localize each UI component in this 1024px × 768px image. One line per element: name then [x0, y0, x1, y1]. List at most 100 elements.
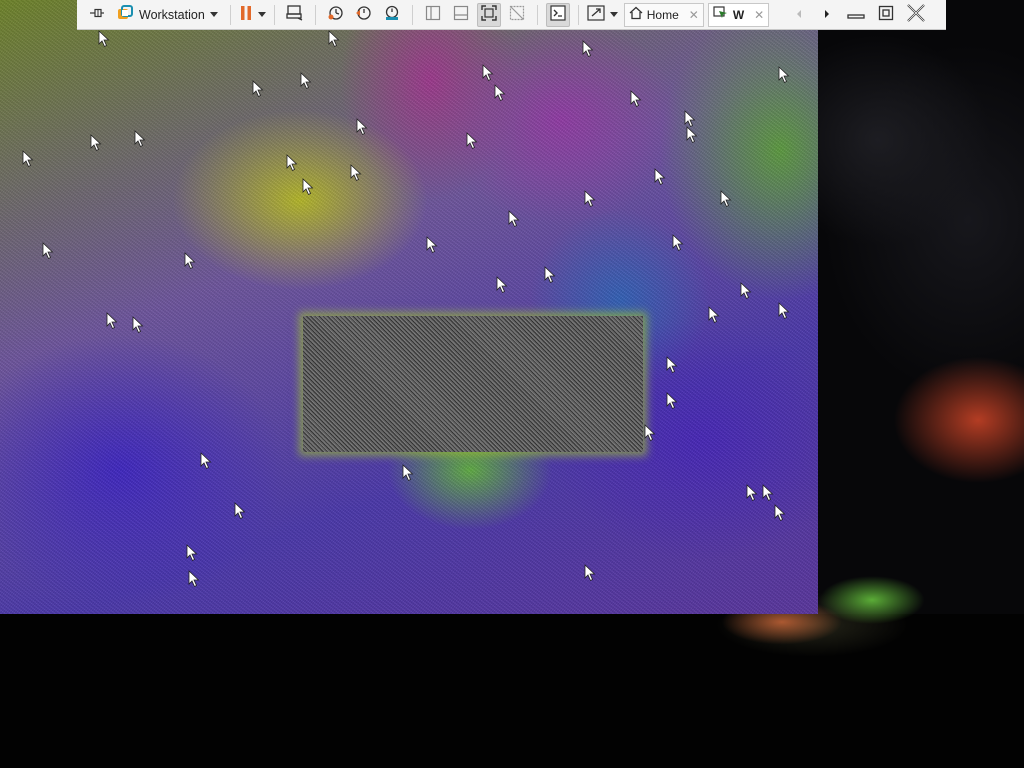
mouse-pointer-icon	[200, 452, 214, 472]
send-keys-icon	[286, 5, 304, 24]
mouse-pointer-icon	[686, 126, 700, 146]
snapshot-take-icon	[327, 5, 345, 24]
send-ctrl-alt-del-button[interactable]	[283, 3, 307, 27]
mouse-pointer-icon	[300, 72, 314, 92]
unity-button[interactable]	[505, 3, 529, 27]
static-noise-block	[303, 316, 643, 452]
close-window-button[interactable]	[901, 0, 931, 30]
show-library-button[interactable]	[421, 3, 445, 27]
toolbar-divider	[577, 4, 579, 25]
mouse-pointer-icon	[402, 464, 416, 484]
mouse-pointer-icon	[496, 276, 510, 296]
tab-vm-label: W	[732, 7, 745, 22]
mouse-pointer-icon	[720, 190, 734, 210]
unity-icon	[509, 5, 525, 24]
chevron-right-icon	[823, 8, 831, 22]
mouse-pointer-icon	[350, 164, 364, 184]
mouse-pointer-icon	[328, 30, 342, 50]
mouse-pointer-icon	[544, 266, 558, 286]
pause-icon	[239, 5, 253, 24]
mouse-pointer-icon	[234, 502, 248, 522]
vm-toolbar: Workstation Home ✕ W ✕	[77, 0, 946, 30]
tab-scroll-right-button[interactable]	[815, 3, 839, 27]
chevron-down-icon	[257, 12, 266, 17]
tab-home-label: Home	[646, 7, 679, 22]
snapshot-manager-button[interactable]	[380, 3, 404, 27]
toolbar-divider	[411, 4, 413, 25]
mouse-pointer-icon	[132, 316, 146, 336]
chevron-down-icon	[209, 12, 218, 17]
vm-tab-icon	[713, 6, 729, 23]
tab-scroll-left-button[interactable]	[787, 3, 811, 27]
thumbnail-bar-icon	[453, 5, 469, 24]
display-noise	[0, 0, 818, 614]
mouse-pointer-icon	[184, 252, 198, 272]
mouse-pointer-icon	[494, 84, 508, 104]
minimize-button[interactable]	[841, 0, 871, 30]
mouse-pointer-icon	[356, 118, 370, 138]
chevron-left-icon	[795, 8, 803, 22]
console-view-icon	[550, 5, 566, 24]
toolbar-divider	[229, 4, 231, 25]
mouse-pointer-icon	[22, 150, 36, 170]
toolbar-divider	[314, 4, 316, 25]
workstation-menu[interactable]: Workstation	[113, 3, 222, 27]
toolbar-divider	[273, 4, 275, 25]
mouse-pointer-icon	[708, 306, 722, 326]
mouse-pointer-icon	[778, 302, 792, 322]
mouse-pointer-icon	[188, 570, 202, 590]
take-snapshot-button[interactable]	[324, 3, 348, 27]
snapshot-revert-icon	[355, 5, 373, 24]
mouse-pointer-icon	[426, 236, 440, 256]
stretch-guest-button[interactable]	[587, 3, 618, 27]
mouse-pointer-icon	[186, 544, 200, 564]
workstation-menu-label: Workstation	[139, 7, 205, 22]
mouse-pointer-icon	[746, 484, 760, 504]
mouse-pointer-icon	[666, 356, 680, 376]
mouse-pointer-icon	[134, 130, 148, 150]
mouse-pointer-icon	[508, 210, 522, 230]
mouse-pointer-icon	[778, 66, 792, 86]
close-icon	[906, 3, 926, 26]
pin-toolbar-button[interactable]	[85, 3, 109, 27]
library-view-icon	[425, 5, 441, 24]
mouse-pointer-icon	[774, 504, 788, 524]
revert-snapshot-button[interactable]	[352, 3, 376, 27]
close-icon[interactable]: ✕	[754, 8, 764, 22]
full-screen-icon	[481, 5, 497, 24]
tab-home[interactable]: Home ✕	[623, 2, 704, 27]
mouse-pointer-icon	[762, 484, 776, 504]
restore-icon	[878, 5, 894, 24]
mouse-pointer-icon	[42, 242, 56, 262]
minimize-icon	[847, 6, 865, 23]
pin-icon	[89, 6, 105, 23]
chevron-down-icon	[609, 12, 618, 17]
close-icon[interactable]: ✕	[689, 8, 699, 22]
mouse-pointer-icon	[584, 564, 598, 584]
pause-button[interactable]	[239, 3, 266, 27]
mouse-pointer-icon	[644, 424, 658, 444]
mouse-pointer-icon	[740, 282, 754, 302]
screen: Workstation Home ✕ W ✕	[0, 0, 1024, 768]
host-desktop-background	[818, 0, 1024, 614]
workstation-logo-icon	[117, 5, 133, 24]
mouse-pointer-icon	[582, 40, 596, 60]
mouse-pointer-icon	[584, 190, 598, 210]
mouse-pointer-icon	[286, 154, 300, 174]
full-screen-button[interactable]	[476, 2, 501, 27]
restore-button[interactable]	[871, 0, 901, 30]
mouse-pointer-icon	[672, 234, 686, 254]
stretch-guest-icon	[587, 5, 605, 24]
toolbar-divider	[536, 4, 538, 25]
mouse-pointer-icon	[98, 30, 112, 50]
mouse-pointer-icon	[482, 64, 496, 84]
mouse-pointer-icon	[252, 80, 266, 100]
mouse-pointer-icon	[654, 168, 668, 188]
mouse-pointer-icon	[666, 392, 680, 412]
mouse-pointer-icon	[90, 134, 104, 154]
tab-vm[interactable]: W ✕	[707, 2, 770, 27]
vm-guest-display[interactable]	[0, 0, 818, 614]
show-thumbnail-bar-button[interactable]	[449, 3, 473, 27]
console-view-button[interactable]	[545, 2, 570, 27]
mouse-pointer-icon	[302, 178, 316, 198]
